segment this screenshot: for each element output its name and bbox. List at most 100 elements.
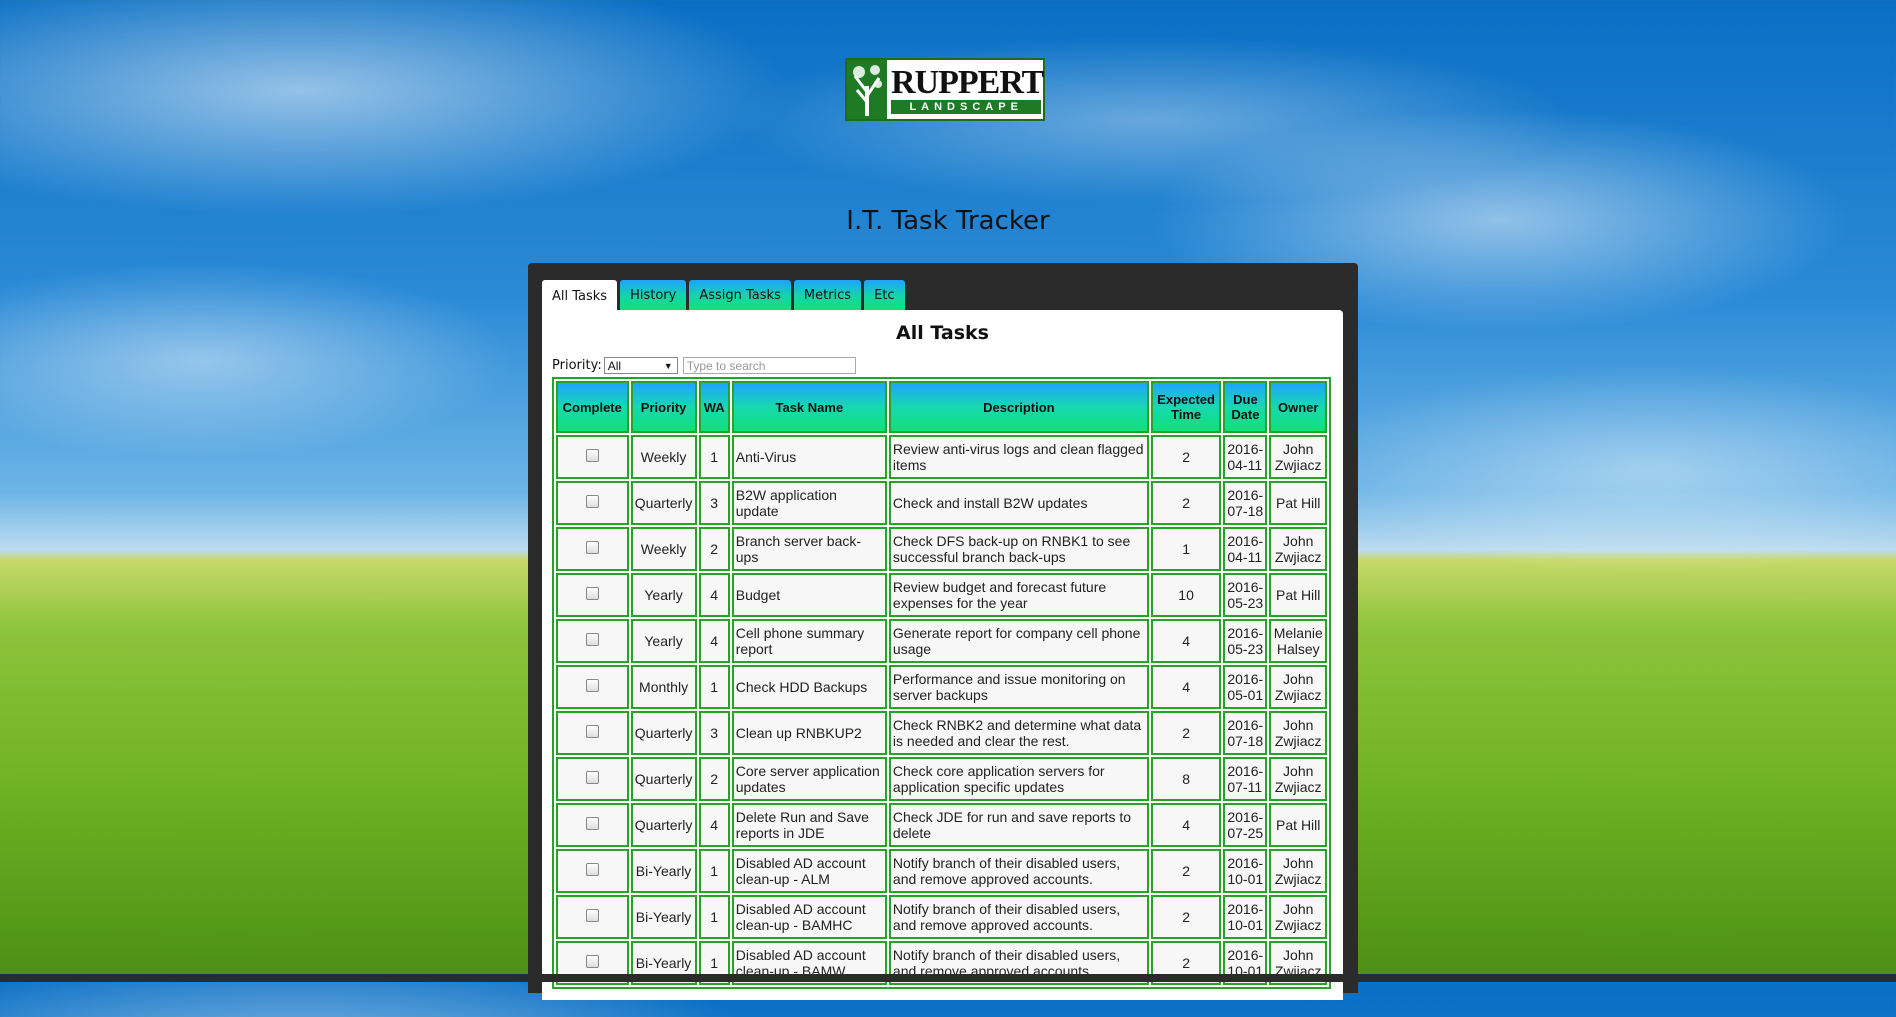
owner-cell: Melanie Halsey xyxy=(1269,619,1327,663)
complete-cell xyxy=(556,619,629,663)
task-name-cell: B2W application update xyxy=(731,481,887,525)
header-owner[interactable]: Owner xyxy=(1269,381,1327,433)
tab-all-tasks[interactable]: All Tasks xyxy=(542,280,618,312)
table-row: Quarterly 3 B2W application update Check an… xyxy=(556,481,1327,525)
complete-cell xyxy=(556,573,629,617)
complete-checkbox[interactable] xyxy=(585,863,599,876)
wa-cell: 4 xyxy=(698,619,730,663)
chevron-down-icon: ▼ xyxy=(663,360,673,371)
task-name-cell: Cell phone summary report xyxy=(731,619,887,663)
header-task-name[interactable]: Task Name xyxy=(731,381,887,433)
description-cell: Generate report for company cell phone u… xyxy=(888,619,1149,663)
table-row: Bi-Yearly 1 Disabled AD account clean-up -… xyxy=(556,895,1327,939)
table-row: Monthly 1 Check HDD Backups Performance and… xyxy=(556,665,1327,709)
complete-cell xyxy=(556,665,629,709)
priority-cell: Quarterly xyxy=(630,711,697,755)
owner-cell: John Zwjiacz xyxy=(1269,711,1327,755)
complete-cell xyxy=(556,481,629,525)
description-cell: Check JDE for run and save reports to de… xyxy=(888,803,1149,847)
expected-time-cell: 8 xyxy=(1150,757,1222,801)
complete-checkbox[interactable] xyxy=(585,725,599,738)
page-title: I.T. Task Tracker xyxy=(846,206,1050,236)
priority-cell: Weekly xyxy=(630,527,697,571)
owner-cell: Pat Hill xyxy=(1269,481,1327,525)
due-date-cell: 2016-04-11 xyxy=(1223,527,1268,571)
expected-time-cell: 2 xyxy=(1150,435,1222,479)
expected-time-cell: 2 xyxy=(1150,895,1222,939)
complete-checkbox[interactable] xyxy=(585,587,599,600)
header-due-date[interactable]: Due Date xyxy=(1223,381,1268,433)
logo-subtitle: LANDSCAPE xyxy=(891,99,1042,114)
tab-history[interactable]: History xyxy=(620,280,687,310)
due-date-cell: 2016-05-23 xyxy=(1223,573,1268,617)
complete-checkbox[interactable] xyxy=(585,817,599,830)
owner-cell: John Zwjiacz xyxy=(1269,527,1327,571)
task-name-cell: Anti-Virus xyxy=(731,435,887,479)
header-wa[interactable]: WA xyxy=(698,381,730,433)
expected-time-cell: 2 xyxy=(1150,711,1222,755)
complete-cell xyxy=(556,435,629,479)
description-cell: Notify branch of their disabled users, a… xyxy=(888,895,1149,939)
complete-checkbox[interactable] xyxy=(585,633,599,646)
table-header-row: Complete Priority WA Task Name Descripti… xyxy=(556,381,1327,433)
priority-cell: Bi-Yearly xyxy=(630,849,697,893)
table-row: Weekly 2 Branch server back-ups Check DFS b… xyxy=(556,527,1327,571)
expected-time-cell: 4 xyxy=(1150,803,1222,847)
expected-time-cell: 2 xyxy=(1150,849,1222,893)
table-row: Bi-Yearly 1 Disabled AD account clean-up -… xyxy=(556,849,1327,893)
complete-checkbox[interactable] xyxy=(585,449,599,462)
tree-icon xyxy=(847,60,887,119)
logo-name: RUPPERT xyxy=(891,63,1044,101)
priority-cell: Quarterly xyxy=(630,757,697,801)
task-table-body: Weekly 1 Anti-Virus Review anti-virus logs … xyxy=(556,435,1327,985)
complete-checkbox[interactable] xyxy=(585,955,599,968)
task-table: Complete Priority WA Task Name Descripti… xyxy=(552,377,1331,989)
header-complete[interactable]: Complete xyxy=(556,381,629,433)
complete-checkbox[interactable] xyxy=(585,909,599,922)
owner-cell: Pat Hill xyxy=(1269,803,1327,847)
description-cell: Performance and issue monitoring on serv… xyxy=(888,665,1149,709)
table-row: Quarterly 2 Core server application update… xyxy=(556,757,1327,801)
description-cell: Review budget and forecast future expens… xyxy=(888,573,1149,617)
wa-cell: 4 xyxy=(698,803,730,847)
tab-content: All Tasks Priority: All ▼ Type to search… xyxy=(542,310,1343,1000)
header-description[interactable]: Description xyxy=(888,381,1149,433)
tab-metrics[interactable]: Metrics xyxy=(793,280,862,310)
priority-label: Priority: xyxy=(552,358,602,373)
main-panel: All Tasks History Assign Tasks Metrics E… xyxy=(528,263,1358,1000)
due-date-cell: 2016-05-23 xyxy=(1223,619,1268,663)
due-date-cell: 2016-07-11 xyxy=(1223,757,1268,801)
task-name-cell: Disabled AD account clean-up - BAMHC xyxy=(731,895,887,939)
task-table-wrapper: Complete Priority WA Task Name Descripti… xyxy=(552,377,1331,1017)
complete-cell xyxy=(556,527,629,571)
section-title: All Tasks xyxy=(896,322,989,344)
owner-cell: John Zwjiacz xyxy=(1269,665,1327,709)
due-date-cell: 2016-07-18 xyxy=(1223,481,1268,525)
wa-cell: 1 xyxy=(698,849,730,893)
complete-checkbox[interactable] xyxy=(585,771,599,784)
priority-select[interactable]: All ▼ xyxy=(603,357,678,374)
tab-assign-tasks[interactable]: Assign Tasks xyxy=(689,280,791,310)
complete-cell xyxy=(556,757,629,801)
description-cell: Check DFS back-up on RNBK1 to see succes… xyxy=(888,527,1149,571)
owner-cell: John Zwjiacz xyxy=(1269,435,1327,479)
tab-bar: All Tasks History Assign Tasks Metrics E… xyxy=(542,280,905,312)
task-name-cell: Check HDD Backups xyxy=(731,665,887,709)
expected-time-cell: 2 xyxy=(1150,481,1222,525)
filter-bar: Priority: All ▼ Type to search xyxy=(552,357,856,374)
due-date-cell: 2016-05-01 xyxy=(1223,665,1268,709)
header-expected-time[interactable]: Expected Time xyxy=(1150,381,1222,433)
complete-checkbox[interactable] xyxy=(585,495,599,508)
complete-checkbox[interactable] xyxy=(585,541,599,554)
owner-cell: John Zwjiacz xyxy=(1269,757,1327,801)
company-logo: RUPPERT LANDSCAPE xyxy=(845,58,1045,121)
complete-checkbox[interactable] xyxy=(585,679,599,692)
search-input[interactable]: Type to search xyxy=(682,357,856,374)
header-priority[interactable]: Priority xyxy=(630,381,697,433)
task-name-cell: Delete Run and Save reports in JDE xyxy=(731,803,887,847)
tab-etc[interactable]: Etc xyxy=(864,280,905,310)
description-cell: Check core application servers for appli… xyxy=(888,757,1149,801)
complete-cell xyxy=(556,849,629,893)
task-name-cell: Clean up RNBKUP2 xyxy=(731,711,887,755)
description-cell: Notify branch of their disabled users, a… xyxy=(888,849,1149,893)
